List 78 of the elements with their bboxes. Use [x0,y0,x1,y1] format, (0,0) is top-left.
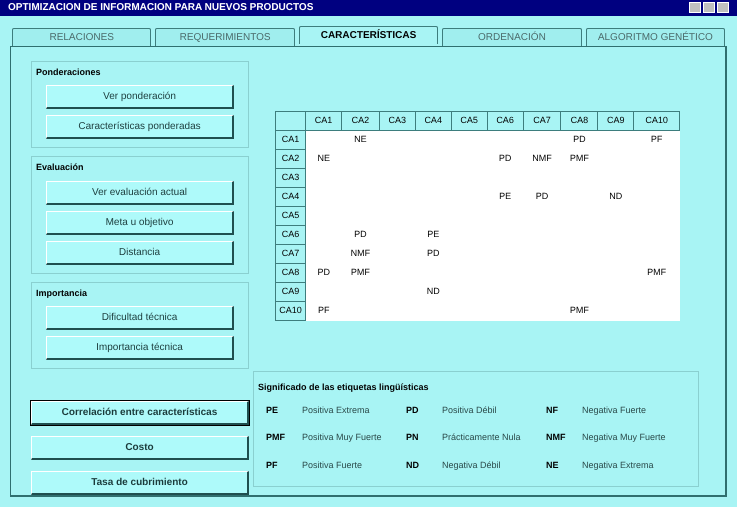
row-header: CA2 [276,149,306,168]
tab[interactable]: ALGORITMO GENÉTICO [586,28,726,46]
label-meaning: Negativa Muy Fuerte [582,431,666,444]
action-button[interactable]: Características ponderadas [46,115,234,139]
table-cell: NMF [350,248,370,258]
tab[interactable]: ORDENACIÓN [442,28,582,46]
label-code: ND [406,458,420,472]
tab[interactable]: REQUERIMIENTOS [155,28,295,46]
label-meaning: Positiva Extrema [302,404,370,416]
table-cell: PF [650,134,662,144]
table-cell: PF [318,304,330,315]
label-meaning: Negativa Extrema [582,458,654,472]
table-cell: NE [354,134,367,144]
row-header: CA5 [276,206,306,225]
action-button[interactable]: Correlación entre características [31,401,249,425]
row-header: CA8 [276,263,306,282]
table-cell: PD [573,134,586,144]
tab[interactable]: RELACIONES [12,28,152,46]
table-cell: PD [426,248,440,258]
group-title: Importancia [36,286,88,300]
table-cell: PMF [570,304,589,315]
column-header: CA9 [598,111,634,130]
action-button[interactable]: Ver evaluación actual [46,180,234,204]
action-button[interactable]: Meta u objetivo [46,210,234,234]
table-cell: ND [426,286,440,296]
table-cell: PD [354,228,367,239]
action-button[interactable]: Importancia técnica [46,336,234,360]
row-header: CA4 [276,187,306,206]
column-header: CA1 [306,111,342,130]
label-meaning: Negativa Débil [442,458,501,472]
label-code: PD [406,404,420,416]
row-header: CA1 [276,130,306,149]
column-header: CA5 [451,111,488,130]
table-cell: PE [499,190,512,201]
column-header: CA8 [560,111,598,130]
table-cell: NE [317,152,330,163]
action-button[interactable]: Dificultad técnica [46,306,234,330]
label-code: PF [266,458,279,472]
column-header: CA4 [415,111,452,130]
label-code: NE [546,458,560,472]
row-header: CA9 [276,282,306,301]
table-cell: ND [609,190,622,201]
table-cell: PMF [570,152,589,163]
column-header: CA3 [379,111,416,130]
label-code: PE [266,404,280,416]
window-title: OPTIMIZACION DE INFORMACION PARA NUEVOS PRODUCTOS [8,1,314,16]
table-cell: PD [498,152,512,163]
column-header: CA6 [487,111,524,130]
column-header: CA10 [634,111,680,130]
row-header: CA10 [276,301,306,320]
label-meaning: Positiva Muy Fuerte [302,431,382,444]
label-meaning: Prácticamente Nula [442,431,521,444]
action-button[interactable]: Distancia [46,240,234,264]
legend-title: Significado de las etiquetas lingüísticas [258,382,429,392]
action-button[interactable]: Tasa de cubrimiento [31,471,249,495]
label-meaning: Negativa Fuerte [582,404,646,417]
group-title: Evaluación [36,161,85,174]
row-header: CA7 [276,244,306,263]
table-cell: PMF [647,266,666,277]
label-code: NMF [546,431,566,444]
group-title: Ponderaciones [36,66,102,78]
table-cell: PD [536,190,548,201]
table-cell: PE [427,228,440,239]
table-cell: NMF [532,152,552,163]
label-meaning: Positiva Fuerte [302,458,362,472]
label-meaning: Positiva Débil [442,404,497,416]
row-header: CA6 [276,225,306,244]
column-header: CA7 [523,111,561,130]
column-header: CA2 [341,111,380,130]
action-button[interactable]: Ver ponderación [46,85,234,109]
table-cell: PD [317,266,330,277]
label-code: NF [546,404,559,416]
action-button[interactable]: Costo [31,436,249,460]
row-header: CA3 [276,168,306,187]
table-cell: PMF [350,266,370,277]
label-code: PN [406,431,420,444]
label-code: PMF [266,431,286,444]
tab[interactable]: CARACTERÍSTICAS [298,26,438,44]
